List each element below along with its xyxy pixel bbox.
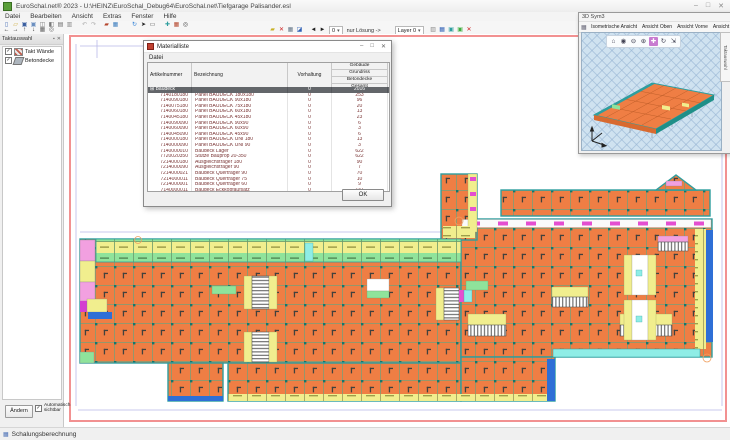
column-bezeichnung[interactable]: Bezeichnung [192,63,288,87]
material-table: Artikelnummer Bezeichnung Vorhaltung Geb… [147,62,390,192]
dialog-icon [147,43,154,50]
column-artikelnummer[interactable]: Artikelnummer [148,63,192,87]
status-text: Schalungsberechnung [12,431,77,438]
status-grid-icon: ▦ [3,431,9,438]
chevron-down-icon: ▾ [418,28,421,34]
pin-icon[interactable]: ▪ [53,36,55,42]
window-title: EuroSchal.net® 2023 - U:\HEINZ\EuroSchal… [16,3,291,10]
p3d-menu-ansicht-vorne[interactable]: Ansicht Vorne [675,24,711,30]
viewcube-icon[interactable]: ▦ [581,24,587,31]
view-green-icon[interactable]: ▣ [456,27,465,34]
auto-visible-label: Automatisch sichtbar [44,403,68,414]
dialog-title: Materialliste [157,44,360,50]
model-3d [582,33,721,150]
solution-number-select-value: 0 [332,28,335,34]
slab-icon [13,57,25,65]
takt-panel-footer: Ändern ✓ Automatisch sichtbar [0,397,63,421]
zoom-out-icon[interactable]: ⊖ [629,37,638,46]
zoom-window-icon[interactable]: ◎ [47,27,56,34]
column-vorhaltung[interactable]: Vorhaltung [288,63,332,87]
takt-grid-icon[interactable]: ▦ [286,27,295,34]
takt-close-icon[interactable]: ✕ [465,27,474,34]
p3d-menu-ansicht-seite[interactable]: Ansicht Seite [710,24,730,30]
tree-checkbox[interactable]: ✓ [5,48,12,55]
material-table-body: ⊞ Baudeck020167140180180Panel BAUDECK 18… [148,87,389,191]
app-icon [3,2,12,11]
zoom-grid-icon[interactable]: ▦ [38,27,47,34]
close-button[interactable]: ✕ [718,2,724,10]
menu-ansicht[interactable]: Ansicht [67,13,98,20]
dialog-maximize-button[interactable]: □ [370,43,374,50]
pan-up-icon[interactable]: ↑ [20,27,29,34]
column-betondecke[interactable]: Betondecke [332,77,387,84]
toolbar-gap [56,27,268,34]
zoom-in-icon[interactable]: ⊕ [639,37,648,46]
takt-new-icon[interactable]: ▰ [268,27,277,34]
dialog-minimize-button[interactable]: – [360,43,363,50]
panel-3d: 3D Sym3 ▦ Isometrische AnsichtAnsicht Ob… [578,12,730,154]
dialog-title-bar[interactable]: Materialliste – □ ✕ [144,41,391,53]
side-tab-taktauswahl[interactable]: Taktauswahl [720,32,730,82]
auto-visible-checkbox[interactable]: ✓ [35,405,42,412]
wall-icon [14,48,23,56]
tree-item-betondecke[interactable]: ✓ Betondecke [3,56,61,65]
view-blue-icon[interactable]: ▦ [438,27,447,34]
takt-panel-title: Taktauswahl [2,36,51,42]
rotate-icon[interactable]: ↻ [659,37,668,46]
takt-delete-icon[interactable]: ✕ [277,27,286,34]
ok-button[interactable]: OK [342,189,384,201]
solution-mode-label: nur Lösung -> [347,28,381,34]
takt-panel: Taktauswahl ▪ ✕ ✓ Takt Wände ✓ Betondecke Ä… [0,34,64,427]
tree-item-label: Betondecke [25,58,54,64]
minimize-button[interactable]: – [694,2,698,10]
view-teal-icon[interactable]: ▣ [447,27,456,34]
column-grundriss[interactable]: Grundriss [332,70,387,77]
fit-view-icon[interactable]: ⇲ [669,37,678,46]
pan-left-icon[interactable]: ← [2,27,11,34]
column-group: Gebäude Grundriss Betondecke Gesamt [332,63,388,87]
layer-select-value: Layer 0 [398,28,416,34]
material-list-dialog: Materialliste – □ ✕ Datei Artikelnummer … [143,40,392,207]
dialog-close-button[interactable]: ✕ [381,43,386,50]
pan-icon[interactable]: ✚ [649,37,658,46]
tree-item-takt-wände[interactable]: ✓ Takt Wände [3,47,61,56]
tree-checkbox[interactable]: ✓ [5,57,12,64]
p3d-menu-isometrische-ansicht[interactable]: Isometrische Ansicht [589,24,640,30]
orbit-icon[interactable]: ◉ [619,37,628,46]
takt-panel-header: Taktauswahl ▪ ✕ [0,34,63,45]
axis-indicator [591,127,607,147]
takt-solution-icon[interactable]: ◪ [295,27,304,34]
window-controls: – □ ✕ [694,2,730,10]
panel-close-icon[interactable]: ✕ [57,36,61,42]
viewport-toolbar: ⌂◉⊖⊕✚↻⇲ [606,35,681,48]
panel-3d-title[interactable]: 3D Sym3 [579,13,730,22]
home-view-icon[interactable]: ⌂ [609,37,618,46]
menu-fenster[interactable]: Fenster [126,13,158,20]
chevron-down-icon: ▾ [337,28,340,34]
change-button[interactable]: Ändern [5,405,33,418]
dialog-menu-datei[interactable]: Datei [144,55,163,61]
menu-datei[interactable]: Datei [0,13,25,20]
maximize-button[interactable]: □ [706,2,710,10]
dialog-menu-bar: Datei [144,53,391,62]
column-gebaeude[interactable]: Gebäude [332,63,387,70]
menu-bearbeiten[interactable]: Bearbeiten [25,13,66,20]
solution-next-icon[interactable]: ► [318,27,327,34]
solution-prev-icon[interactable]: ◄ [309,27,318,34]
toolbar-gap [383,27,393,34]
takt-tree: ✓ Takt Wände ✓ Betondecke [2,46,62,400]
layer-grid-icon[interactable]: ▥ [429,27,438,34]
status-bar: ▦ Schalungsberechnung [0,427,730,440]
pan-down-icon[interactable]: ↓ [29,27,38,34]
viewport-3d[interactable]: ⌂◉⊖⊕✚↻⇲ [581,32,722,151]
p3d-menu-ansicht-oben[interactable]: Ansicht Oben [640,24,675,30]
menu-extras[interactable]: Extras [98,13,126,20]
material-table-header: Artikelnummer Bezeichnung Vorhaltung Geb… [148,63,389,88]
tree-item-label: Takt Wände [25,49,54,55]
menu-hilfe[interactable]: Hilfe [158,13,181,20]
pan-right-icon[interactable]: → [11,27,20,34]
